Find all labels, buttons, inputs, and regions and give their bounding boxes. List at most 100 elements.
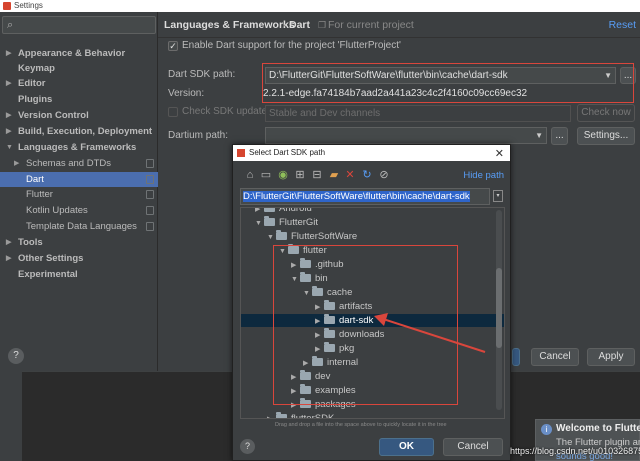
- dialog-cancel-button[interactable]: Cancel: [443, 438, 503, 456]
- sidebar-item[interactable]: ▶ Schemas and DTDs: [0, 156, 158, 171]
- dialog-ok-button[interactable]: OK: [379, 438, 434, 456]
- app-icon: [3, 2, 11, 10]
- library-icon[interactable]: ⊟: [310, 168, 324, 182]
- sidebar-item[interactable]: ▼ Languages & Frameworks: [0, 140, 158, 155]
- cancel-button[interactable]: Cancel: [531, 348, 579, 366]
- dialog-path-input[interactable]: D:\FlutterGit\FlutterSoftWare\flutter\bi…: [240, 188, 490, 205]
- sdk-path-label: Dart SDK path:: [168, 69, 236, 80]
- sidebar-item-label: Experimental: [18, 269, 78, 280]
- update-channel-select[interactable]: Stable and Dev channels: [265, 105, 571, 122]
- app-icon: [237, 149, 245, 157]
- chevron-right-icon[interactable]: ▶: [6, 251, 11, 266]
- sidebar-item[interactable]: Kotlin Updates: [0, 203, 158, 218]
- chevron-right-icon[interactable]: ▶: [6, 124, 11, 139]
- sidebar-item[interactable]: ▶ Tools: [0, 235, 158, 250]
- breadcrumb-section: Languages & Frameworks: [164, 19, 295, 31]
- help-button[interactable]: ?: [8, 348, 24, 364]
- folder-icon: [264, 208, 275, 212]
- hide-path-link[interactable]: Hide path: [463, 170, 504, 181]
- chevron-right-icon[interactable]: ▶: [6, 46, 11, 61]
- reset-link[interactable]: Reset: [609, 19, 636, 31]
- chevron-right-icon[interactable]: ▶: [6, 235, 11, 250]
- tree-node-label: Android: [279, 207, 312, 214]
- dialog-title: Select Dart SDK path: [249, 148, 326, 157]
- annotation-arrow: [374, 313, 486, 353]
- tree-node[interactable]: ▶ flutterSDK: [267, 412, 334, 418]
- sidebar-item-label: Plugins: [18, 94, 53, 105]
- chevron-right-icon[interactable]: ▶: [267, 413, 276, 418]
- sidebar-item[interactable]: Plugins: [0, 92, 158, 107]
- check-now-button[interactable]: Check now: [577, 104, 635, 122]
- sidebar-item-label: Editor: [18, 78, 46, 89]
- sidebar-item[interactable]: ▶ Version Control: [0, 108, 158, 123]
- ok-button-partial[interactable]: [512, 348, 520, 366]
- breadcrumb-separator: ›: [282, 19, 286, 31]
- chevron-down-icon: ▼: [535, 131, 543, 140]
- dialog-title-bar: Select Dart SDK path ✕: [233, 145, 510, 161]
- tree-node-label: FlutterSoftWare: [291, 231, 358, 242]
- enable-dart-checkbox[interactable]: ✓: [168, 41, 178, 51]
- desktop-icon[interactable]: ▭: [259, 168, 273, 182]
- breadcrumb-page: Dart: [289, 19, 311, 31]
- sidebar-item-label: Other Settings: [18, 253, 84, 264]
- chevron-right-icon[interactable]: ▶: [6, 76, 11, 91]
- sdk-highlight-box: [262, 63, 634, 103]
- notification-title: Welcome to Flutter: [556, 423, 640, 434]
- tree-scrollbar-thumb[interactable]: [496, 268, 502, 348]
- drag-drop-hint: Drag and drop a file into the space abov…: [275, 422, 447, 428]
- apply-button[interactable]: Apply: [587, 348, 635, 366]
- tree-node[interactable]: ▶ Android: [255, 207, 312, 216]
- sidebar-item-label: Languages & Frameworks: [18, 142, 137, 153]
- sidebar-item[interactable]: Flutter: [0, 187, 158, 202]
- sidebar-item[interactable]: Dart: [0, 172, 158, 187]
- info-icon: i: [541, 424, 552, 435]
- dartium-browse-button[interactable]: ...: [551, 127, 568, 145]
- chevron-right-icon[interactable]: ▶: [14, 156, 19, 171]
- search-icon: ⌕: [7, 19, 14, 31]
- check-sdk-update-label: Check SDK update:: [182, 106, 270, 117]
- dartium-path-combobox[interactable]: ▼: [265, 127, 547, 144]
- folder-icon: [276, 230, 287, 240]
- chevron-right-icon[interactable]: ▶: [6, 108, 11, 123]
- project-level-icon: [146, 159, 154, 168]
- module-icon[interactable]: ⊞: [293, 168, 307, 182]
- delete-icon[interactable]: ✕: [343, 168, 357, 182]
- watermark-url: https://blog.csdn.net/u010326875: [510, 446, 640, 456]
- home-icon[interactable]: ⌂: [243, 168, 257, 182]
- project-level-icon: [146, 175, 154, 184]
- new-folder-icon[interactable]: ▰: [327, 168, 341, 182]
- update-channel-value: Stable and Dev channels: [269, 108, 381, 119]
- sidebar-item[interactable]: Experimental: [0, 267, 158, 282]
- dialog-help-button[interactable]: ?: [240, 439, 255, 454]
- refresh-icon[interactable]: ↻: [360, 168, 374, 182]
- check-sdk-update-checkbox[interactable]: [168, 107, 178, 117]
- chevron-right-icon[interactable]: ▶: [255, 208, 264, 216]
- chevron-down-icon[interactable]: ▼: [267, 231, 276, 244]
- folder-icon: [276, 412, 287, 418]
- chevron-down-icon[interactable]: ▼: [6, 140, 13, 155]
- tree-node[interactable]: ▼ FlutterGit: [255, 216, 318, 229]
- sidebar-item[interactable]: ▶ Other Settings: [0, 251, 158, 266]
- tree-node[interactable]: ▼ FlutterSoftWare: [267, 230, 357, 243]
- dartium-settings-button[interactable]: Settings...: [577, 127, 635, 145]
- project-icon[interactable]: ◉: [276, 168, 290, 182]
- show-hidden-icon[interactable]: ⊘: [377, 168, 391, 182]
- sidebar-item[interactable]: Keymap: [0, 61, 158, 76]
- breadcrumb: Languages & Frameworks › Dart ❐ For curr…: [158, 12, 640, 38]
- sidebar-item-label: Tools: [18, 237, 43, 248]
- settings-search-input[interactable]: ⌕: [2, 16, 156, 34]
- sidebar-item-label: Keymap: [18, 63, 55, 74]
- path-history-icon[interactable]: ▾: [493, 190, 503, 202]
- project-level-icon: [146, 206, 154, 215]
- folder-icon: [264, 216, 275, 226]
- sidebar-item[interactable]: ▶ Editor: [0, 76, 158, 91]
- project-level-icon: [146, 222, 154, 231]
- enable-dart-label: Enable Dart support for the project 'Flu…: [182, 40, 401, 51]
- close-icon[interactable]: ✕: [495, 146, 504, 162]
- window-title-bar: Settings: [0, 0, 640, 12]
- sidebar-item[interactable]: ▶ Build, Execution, Deployment: [0, 124, 158, 139]
- sidebar-item[interactable]: Template Data Languages: [0, 219, 158, 234]
- sidebar-item-label: Version Control: [18, 110, 89, 121]
- sidebar-item[interactable]: ▶ Appearance & Behavior: [0, 46, 158, 61]
- chevron-down-icon[interactable]: ▼: [255, 217, 264, 230]
